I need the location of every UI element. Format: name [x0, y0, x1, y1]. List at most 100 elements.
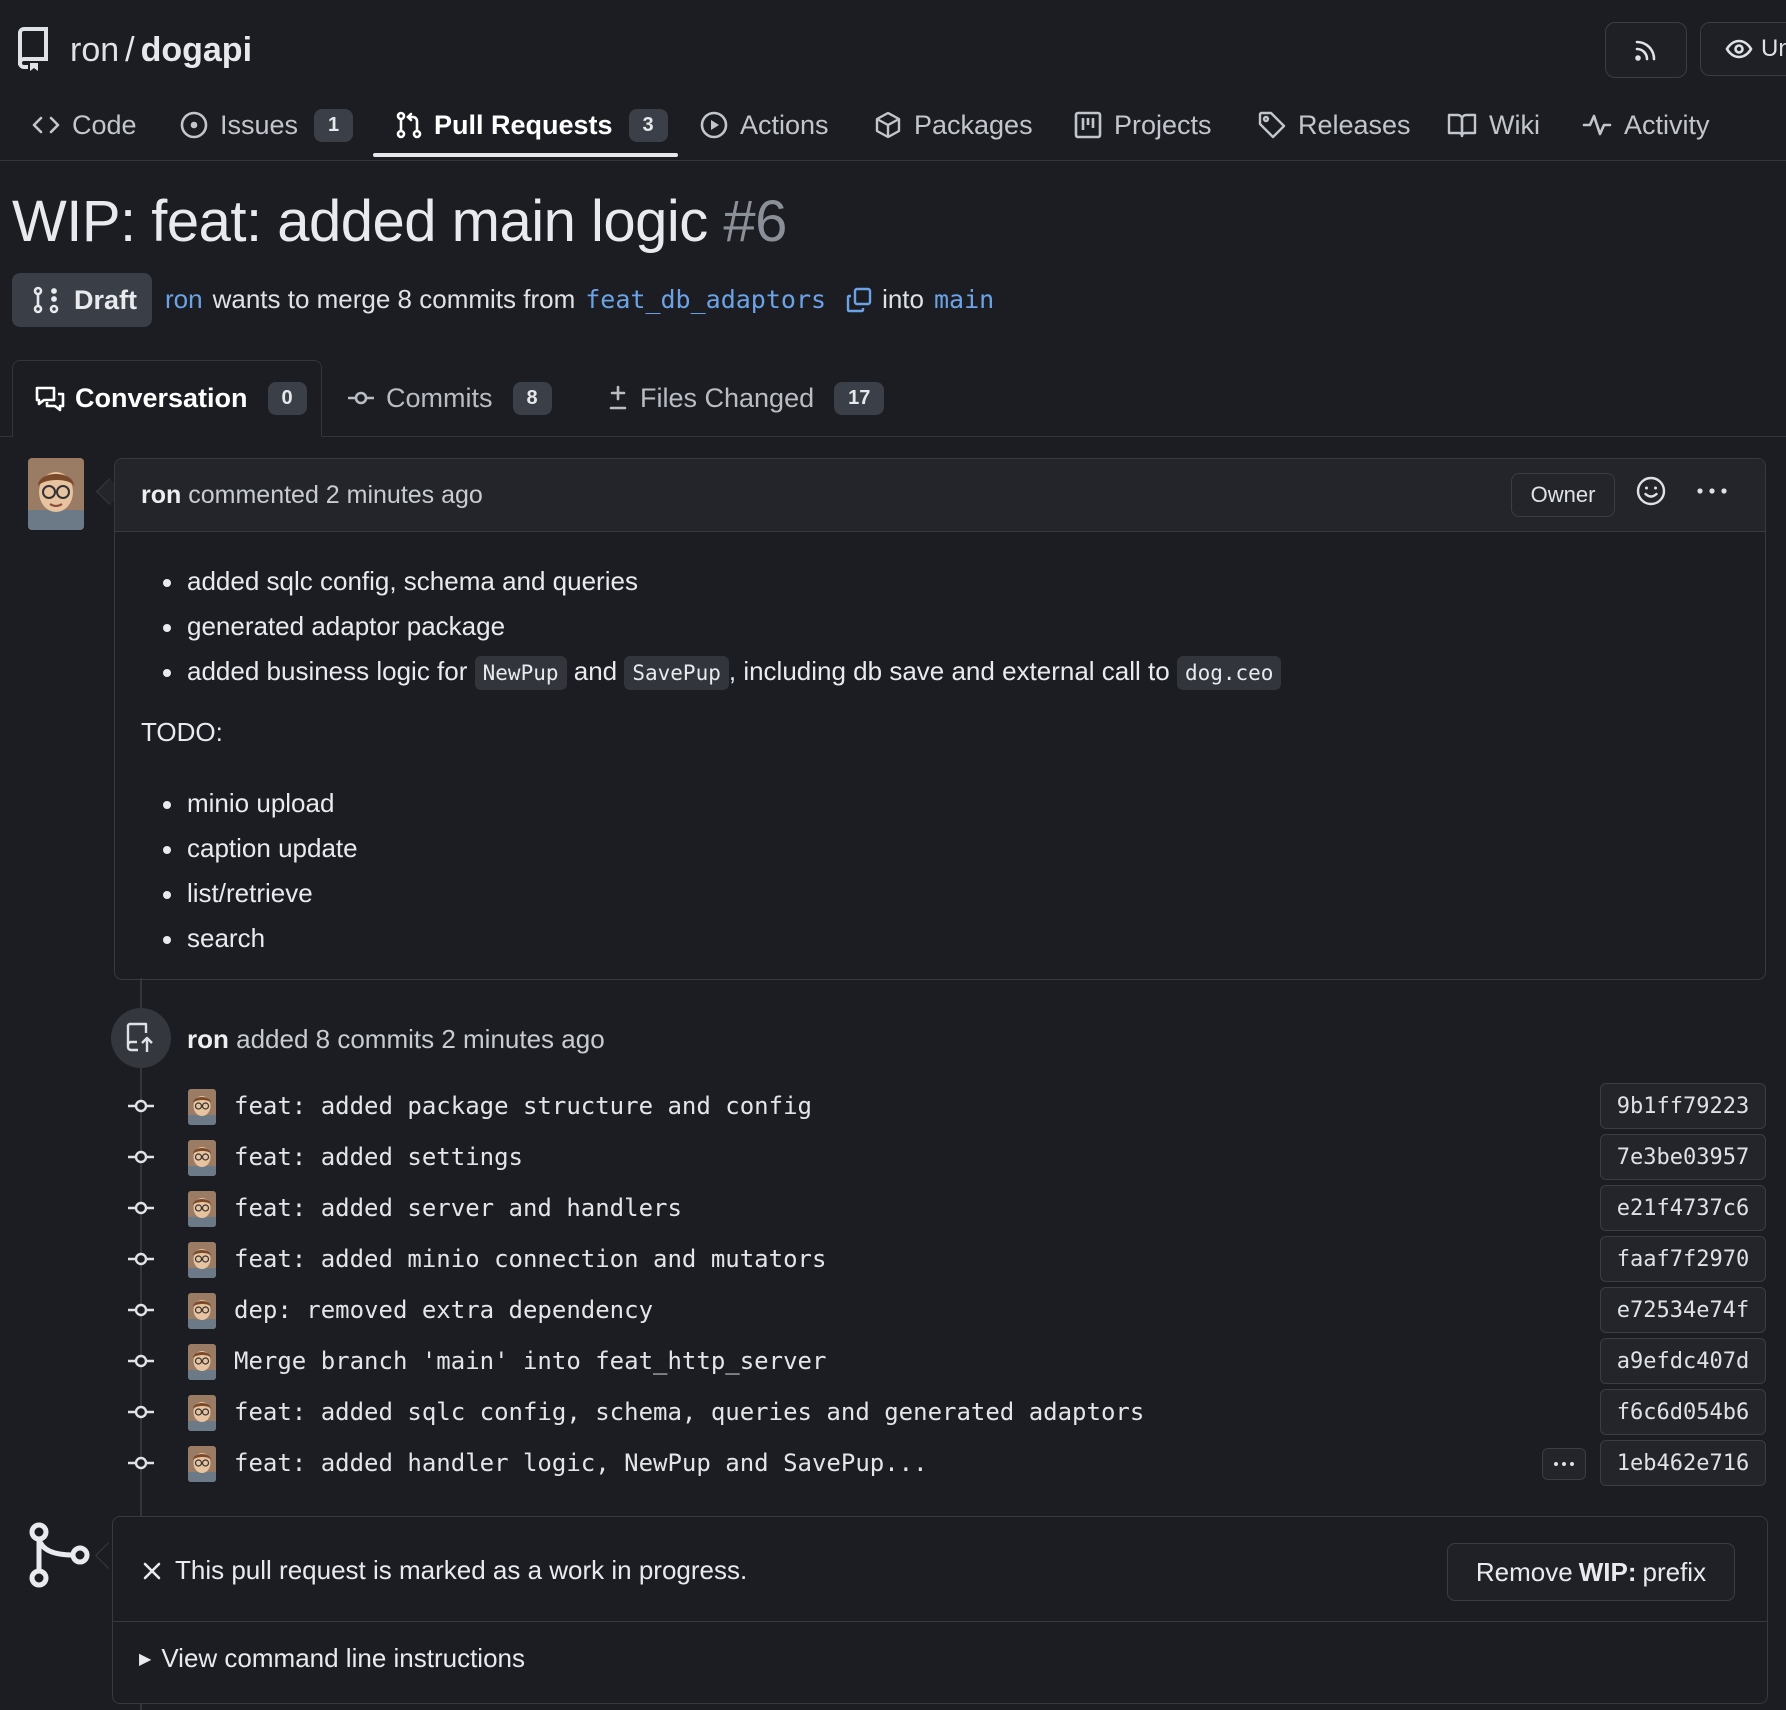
play-icon	[700, 111, 728, 139]
nav-projects[interactable]: Projects	[1074, 90, 1212, 160]
watch-button[interactable]: Un	[1700, 22, 1786, 76]
comment-author-link[interactable]: ron	[141, 481, 181, 509]
comment-header: ron commented 2 minutes ago Owner	[115, 459, 1765, 532]
ellipsis-icon	[1554, 1462, 1574, 1466]
wip-status: This pull request is marked as a work in…	[141, 1555, 747, 1586]
commit-message-link[interactable]: feat: added handler logic, NewPup and Sa…	[234, 1449, 928, 1477]
commit-message-link[interactable]: feat: added server and handlers	[234, 1194, 682, 1222]
tag-icon	[1258, 111, 1286, 139]
git-commit-icon	[128, 1201, 154, 1215]
avatar[interactable]	[188, 1191, 216, 1227]
repo-owner-link[interactable]: ron	[70, 31, 119, 69]
git-commit-icon	[348, 391, 374, 405]
command-line-instructions-toggle[interactable]: ▶ View command line instructions	[139, 1643, 525, 1674]
commit-sha-link[interactable]: faaf7f2970	[1600, 1236, 1766, 1282]
nav-issues[interactable]: Issues 1	[180, 90, 354, 160]
push-event-text: ron added 8 commits 2 minutes ago	[187, 1024, 605, 1054]
pr-tabs: Conversation 0 Commits 8 Files Changed 1…	[0, 360, 1786, 437]
commit-row: Merge branch 'main' into feat_http_serve…	[120, 1336, 1766, 1387]
repo-title: ron / dogapi	[70, 30, 253, 69]
git-commit-icon	[128, 1099, 154, 1113]
list-item: minio upload	[163, 781, 358, 826]
commit-row: feat: added package structure and config…	[120, 1081, 1766, 1132]
pr-title: WIP: feat: added main logic #6	[12, 189, 787, 254]
remove-wip-prefix-button[interactable]: Remove WIP: prefix	[1447, 1543, 1735, 1601]
git-commit-icon	[128, 1252, 154, 1266]
commit-message-link[interactable]: feat: added minio connection and mutator…	[234, 1245, 826, 1273]
nav-wiki[interactable]: Wiki	[1447, 90, 1540, 160]
code-icon	[32, 116, 60, 134]
project-icon	[1074, 111, 1102, 139]
nav-actions[interactable]: Actions	[700, 90, 829, 160]
commit-sha-link[interactable]: e21f4737c6	[1600, 1185, 1766, 1231]
pull-request-icon	[396, 111, 422, 139]
comment-timestamp[interactable]: commented 2 minutes ago	[188, 481, 483, 509]
avatar[interactable]	[188, 1344, 216, 1380]
todo-heading: TODO:	[141, 717, 223, 747]
avatar[interactable]	[188, 1446, 216, 1482]
file-diff-icon	[609, 385, 627, 410]
triangle-right-icon: ▶	[139, 1650, 152, 1668]
pr-author-link[interactable]: ron	[165, 284, 203, 315]
eye-icon	[1725, 39, 1753, 59]
rss-icon	[1635, 40, 1656, 61]
commit-sha-link[interactable]: 1eb462e716	[1600, 1440, 1766, 1486]
list-item: generated adaptor package	[163, 604, 1281, 649]
repo-icon	[17, 27, 48, 71]
repo-push-icon	[111, 1008, 171, 1068]
merge-summary: ron wants to merge 8 commits from feat_d…	[165, 284, 995, 315]
inline-code: NewPup	[474, 656, 567, 690]
nav-packages[interactable]: Packages	[874, 90, 1033, 160]
comment-discussion-icon	[35, 386, 65, 411]
rss-button[interactable]	[1605, 22, 1687, 78]
commit-message-link[interactable]: feat: added settings	[234, 1143, 523, 1171]
merge-box: This pull request is marked as a work in…	[112, 1516, 1768, 1704]
commit-row: feat: added settings 7e3be03957	[120, 1132, 1766, 1183]
book-icon	[1447, 113, 1477, 138]
commit-sha-link[interactable]: a9efdc407d	[1600, 1338, 1766, 1384]
commit-message-link[interactable]: feat: added sqlc config, schema, queries…	[234, 1398, 1144, 1426]
issue-opened-icon	[180, 111, 208, 139]
base-branch-link[interactable]: main	[934, 285, 994, 314]
commit-row: feat: added minio connection and mutator…	[120, 1234, 1766, 1285]
avatar[interactable]	[28, 458, 84, 530]
inline-code: dog.ceo	[1176, 656, 1282, 690]
copy-icon[interactable]	[846, 287, 872, 313]
list-item: search	[163, 916, 358, 961]
list-item: added sqlc config, schema and queries	[163, 559, 1281, 604]
tab-conversation[interactable]: Conversation 0	[12, 360, 322, 437]
commit-message-link[interactable]: feat: added package structure and config	[234, 1092, 812, 1120]
avatar[interactable]	[188, 1140, 216, 1176]
list-item: added business logic for NewPup and Save…	[163, 649, 1282, 694]
repo-header: ron / dogapi	[16, 24, 252, 76]
git-pull-request-draft-icon	[33, 286, 59, 314]
avatar[interactable]	[188, 1089, 216, 1125]
commit-row: dep: removed extra dependency e72534e74f	[120, 1285, 1766, 1336]
comment-meta: ron commented 2 minutes ago	[141, 481, 483, 510]
nav-code[interactable]: Code	[32, 90, 137, 160]
head-branch-link[interactable]: feat_db_adaptors	[585, 285, 826, 314]
smiley-icon[interactable]	[1635, 475, 1667, 507]
commit-message-link[interactable]: dep: removed extra dependency	[234, 1296, 653, 1324]
tab-commits[interactable]: Commits 8	[346, 360, 552, 436]
push-author-link[interactable]: ron	[187, 1024, 229, 1054]
commit-sha-link[interactable]: 9b1ff79223	[1600, 1083, 1766, 1129]
repo-name-link[interactable]: dogapi	[141, 31, 252, 69]
commit-sha-link[interactable]: f6c6d054b6	[1600, 1389, 1766, 1435]
nav-pull-requests[interactable]: Pull Requests 3	[396, 90, 668, 160]
git-commit-icon	[128, 1405, 154, 1419]
avatar[interactable]	[188, 1242, 216, 1278]
tab-files-changed[interactable]: Files Changed 17	[606, 360, 885, 436]
avatar[interactable]	[188, 1395, 216, 1431]
repo-nav: Code Issues 1 Pull Requests 3 Actions Pa…	[0, 90, 1786, 161]
expand-commit-message-button[interactable]	[1542, 1448, 1586, 1480]
git-commit-icon	[128, 1456, 154, 1470]
avatar[interactable]	[188, 1293, 216, 1329]
commit-sha-link[interactable]: e72534e74f	[1600, 1287, 1766, 1333]
inline-code: SavePup	[624, 656, 729, 690]
kebab-horizontal-icon[interactable]	[1695, 475, 1729, 507]
nav-releases[interactable]: Releases	[1258, 90, 1411, 160]
commit-message-link[interactable]: Merge branch 'main' into feat_http_serve…	[234, 1347, 826, 1375]
commit-sha-link[interactable]: 7e3be03957	[1600, 1134, 1766, 1180]
nav-activity[interactable]: Activity	[1582, 90, 1710, 160]
